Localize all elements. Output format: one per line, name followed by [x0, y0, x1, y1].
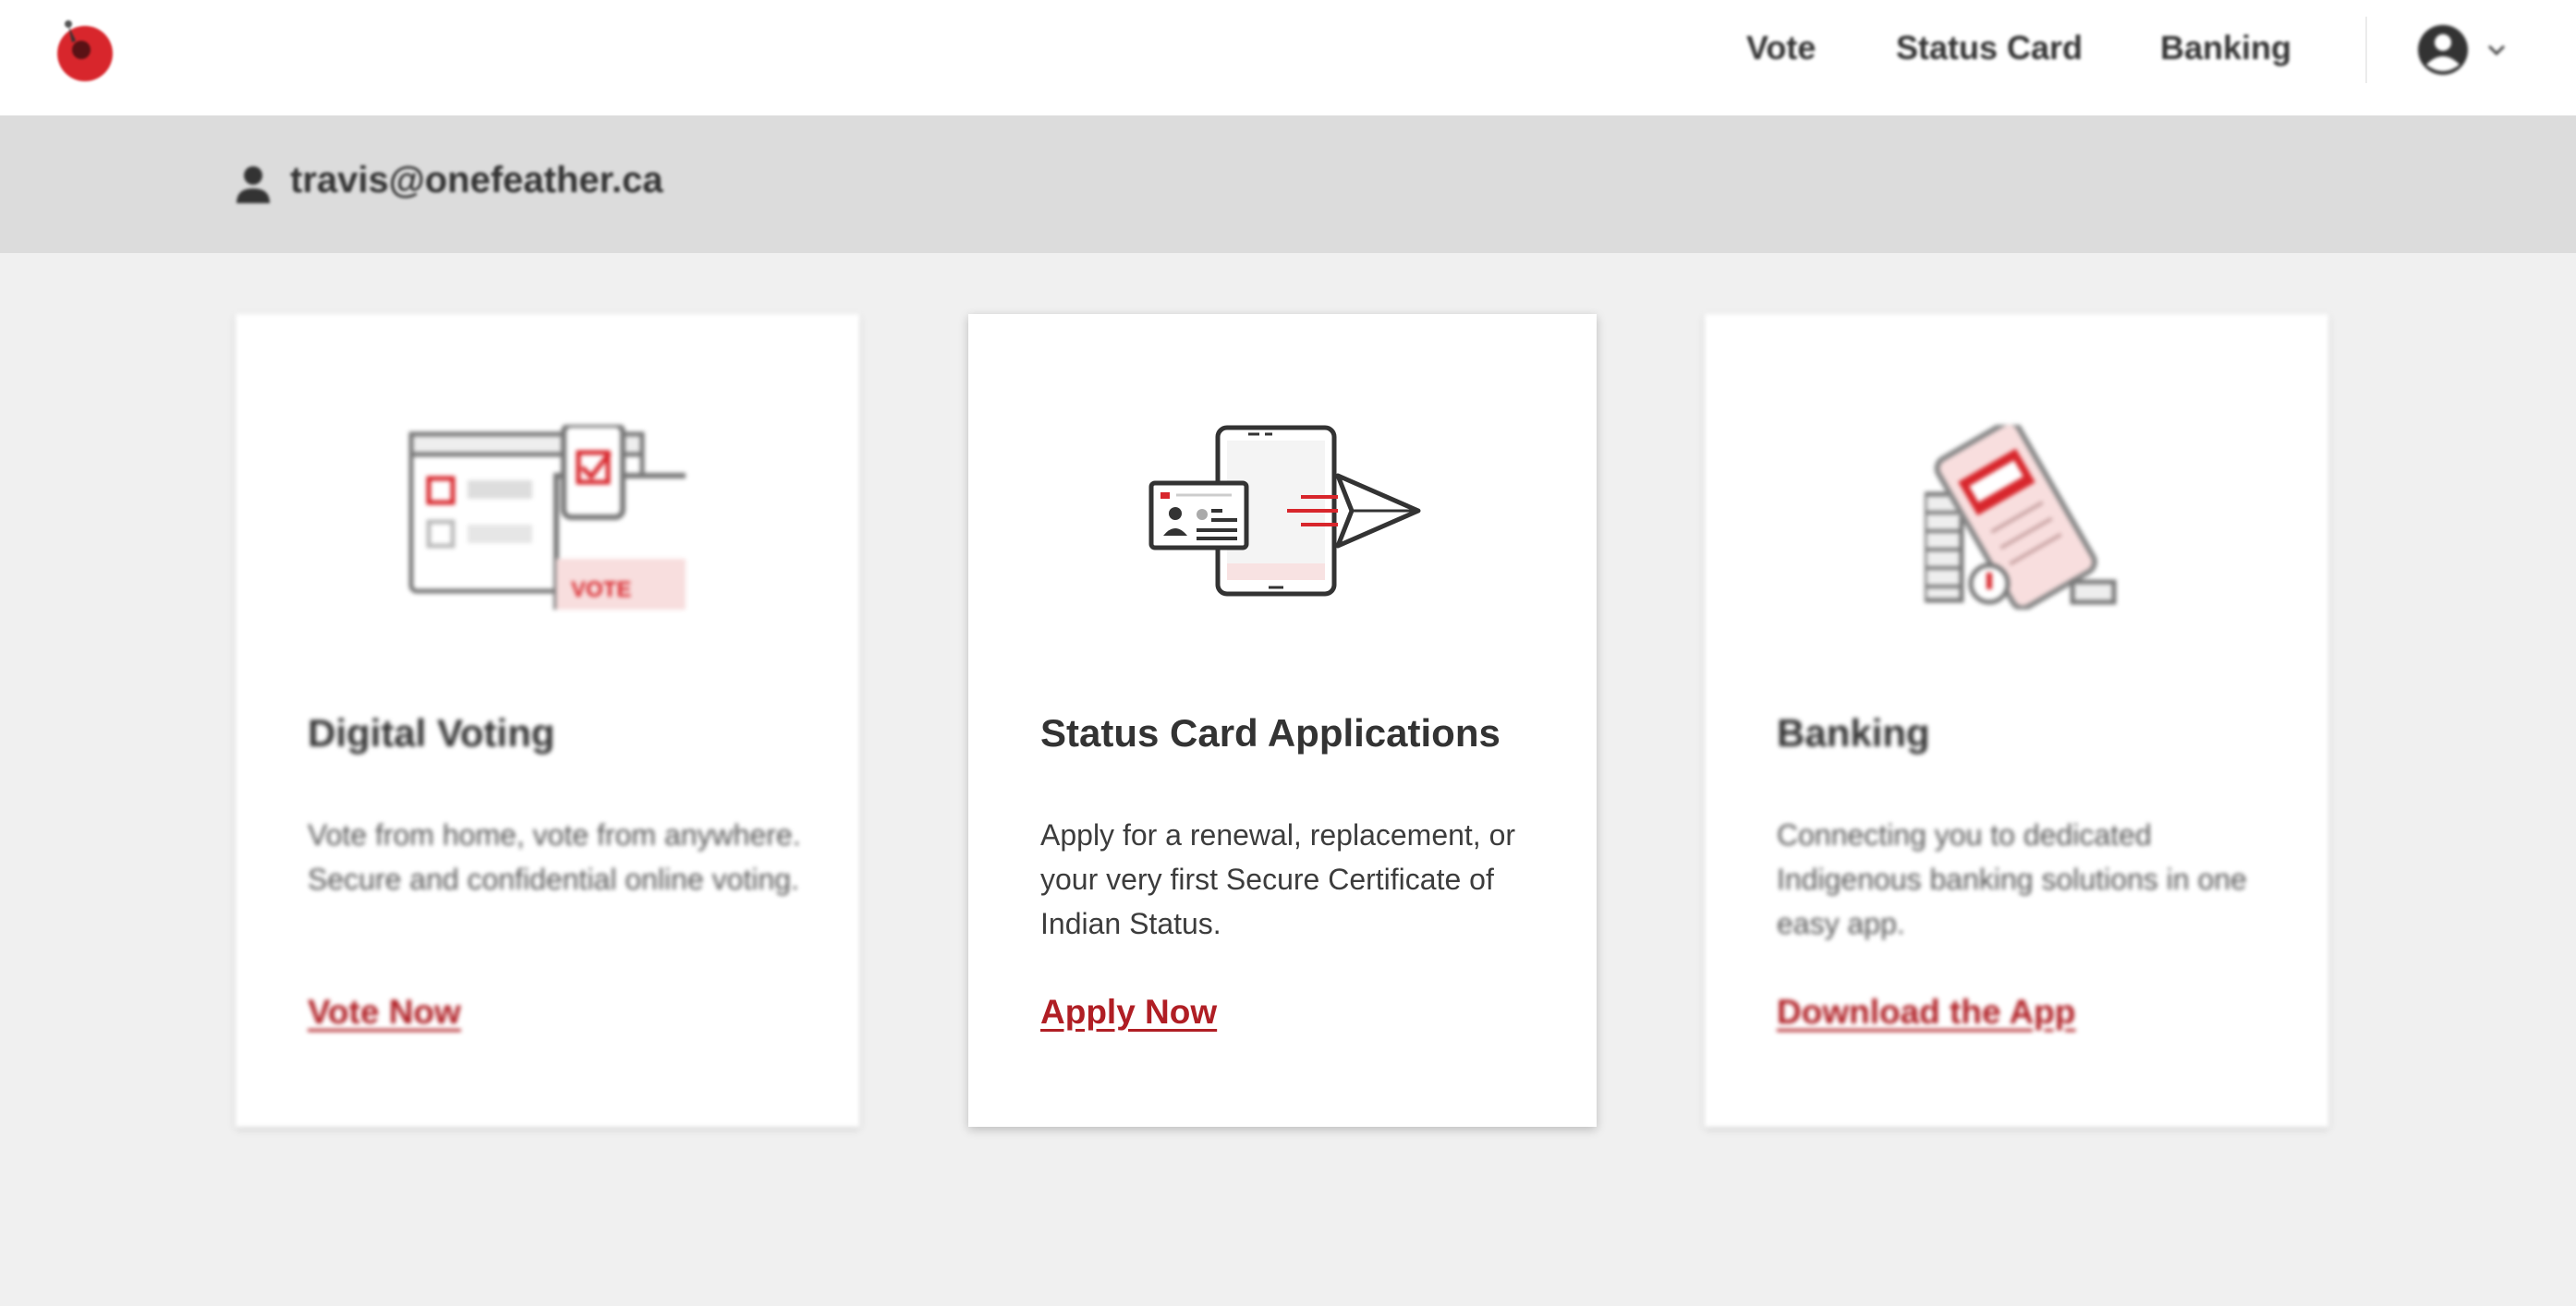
mobile-banking-illustration-icon — [1925, 425, 2117, 610]
chevron-down-icon — [2487, 44, 2506, 55]
account-menu[interactable] — [2413, 20, 2506, 79]
card-title: Digital Voting — [308, 711, 555, 755]
nav-link-banking[interactable]: Banking — [2160, 29, 2291, 67]
card-description: Apply for a renewal, replacement, or you… — [1040, 818, 1516, 940]
top-navigation-bar: Vote Status Card Banking — [0, 0, 2576, 115]
card-banking: Banking Connecting you to dedicated Indi… — [1705, 314, 2328, 1127]
card-description: Connecting you to dedicated Indigenous b… — [1777, 818, 2247, 940]
card-description: Vote from home, vote from anywhere. Secu… — [308, 818, 801, 896]
apply-now-link[interactable]: Apply Now — [1040, 993, 1217, 1032]
card-status-card-applications: Status Card Applications Apply for a ren… — [968, 314, 1597, 1127]
vote-label-graphic: VOTE — [571, 577, 631, 602]
nav-link-vote[interactable]: Vote — [1746, 29, 1816, 67]
svg-text:VOTE: VOTE — [571, 577, 631, 602]
person-icon — [237, 166, 270, 203]
user-email: travis@onefeather.ca — [290, 160, 663, 200]
user-info-bar: travis@onefeather.ca — [0, 115, 2576, 253]
feather-logo-icon[interactable] — [48, 13, 122, 87]
vote-now-link[interactable]: Vote Now — [308, 993, 461, 1032]
card-title: Status Card Applications — [1040, 711, 1501, 755]
card-digital-voting: VOTE Digital Voting Vote from home, vote… — [236, 314, 859, 1127]
card-title: Banking — [1777, 711, 1930, 755]
id-card-paper-plane-illustration-icon — [1148, 425, 1421, 597]
download-app-link[interactable]: Download the App — [1777, 993, 2075, 1032]
nav-divider — [2365, 17, 2367, 83]
nav-link-status-card[interactable]: Status Card — [1896, 29, 2083, 67]
